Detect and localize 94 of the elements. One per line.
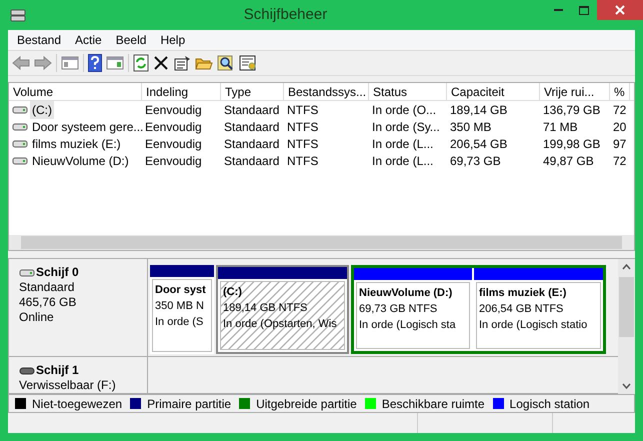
column-header[interactable]: Type	[221, 83, 284, 100]
drive-label[interactable]: Door systeem gere...	[30, 118, 146, 136]
partition-title: films muziek (E:)	[479, 286, 568, 301]
properties-icon[interactable]	[173, 55, 191, 71]
legend-label: Logisch station	[510, 396, 590, 412]
table-cell-text: 69,73 GB	[450, 152, 501, 170]
partition-info: In orde (Opstarten, Wis	[223, 317, 338, 332]
magnifier-icon[interactable]	[217, 55, 235, 71]
table-cell-text: 350 MB	[450, 118, 492, 136]
back-arrow-icon[interactable]	[12, 55, 30, 71]
legend-label: Primaire partitie	[147, 396, 232, 412]
drive-icon	[12, 104, 28, 114]
disk-drive-icon[interactable]	[10, 7, 26, 23]
forward-arrow-icon[interactable]	[34, 55, 52, 71]
table-cell-text: 189,14 GB	[450, 102, 508, 118]
table-cell-text: Eenvoudig	[145, 118, 202, 136]
table-cell-text: NTFS	[287, 152, 318, 170]
partition-title: (C:)	[223, 285, 243, 300]
table-cell-text: Standaard	[224, 152, 280, 170]
table-cell-text: 199,98 GB	[543, 136, 600, 152]
disk-name: Schijf 1	[36, 363, 79, 378]
help-icon[interactable]	[88, 54, 102, 72]
disk-name: Schijf 0	[36, 265, 79, 280]
drive-label[interactable]: NieuwVolume (D:)	[30, 152, 131, 170]
table-cell-text: Standaard	[224, 102, 280, 118]
partition-title: Door syst	[155, 283, 207, 298]
maximize-icon	[579, 6, 589, 14]
disk-info: Verwisselbaar (F:)	[19, 378, 117, 393]
table-cell-text: NTFS	[287, 136, 318, 152]
table-cell-text: In orde (L...	[372, 136, 434, 152]
column-header[interactable]: %	[610, 83, 630, 100]
partition-info: In orde (S	[155, 315, 204, 330]
partition-info: 69,73 GB NTFS	[359, 302, 438, 317]
table-cell-text: In orde (L...	[372, 152, 434, 170]
partition-block[interactable]: films muziek (E:) 206,54 GB NTFS In orde (Logisch statio	[474, 268, 603, 351]
column-header[interactable]: Indeling	[142, 83, 221, 100]
column-header[interactable]: Vrije rui...	[540, 83, 610, 100]
table-cell-text: 20	[613, 118, 626, 136]
horizontal-scrollbar[interactable]	[9, 235, 634, 250]
table-cell-text: In orde (Sy...	[372, 118, 440, 136]
menu-item[interactable]: Beeld	[110, 31, 152, 49]
table-cell-text: In orde (O...	[372, 102, 436, 118]
table-cell-text: 72	[613, 102, 626, 118]
delete-icon[interactable]	[153, 55, 169, 71]
partition-title: NieuwVolume (D:)	[359, 286, 454, 301]
drive-icon	[19, 268, 35, 278]
drive-icon	[12, 138, 28, 148]
close-icon	[615, 5, 625, 15]
partition-info: In orde (Logisch sta	[359, 318, 457, 333]
legend-label: Beschikbare ruimte	[382, 396, 485, 412]
vertical-scrollbar[interactable]	[618, 259, 635, 394]
partition-info: 350 MB N	[155, 299, 205, 314]
table-cell-text: Eenvoudig	[145, 102, 202, 118]
menu-item[interactable]: Bestand	[12, 31, 66, 49]
refresh-icon[interactable]	[133, 54, 149, 72]
disk-info: Standaard	[19, 280, 76, 295]
partition-header-bar	[150, 265, 214, 277]
table-cell-text: 206,54 GB	[450, 136, 508, 152]
table-cell-text: Standaard	[224, 118, 280, 136]
table-cell-text: Eenvoudig	[145, 152, 202, 170]
menu-item[interactable]: Help	[155, 31, 190, 49]
partition-block[interactable]: Door syst 350 MB N In orde (S	[150, 265, 214, 354]
legend-label: Niet-toegewezen	[32, 396, 122, 412]
partition-block[interactable]: NieuwVolume (D:) 69,73 GB NTFS In orde (Logisch sta	[354, 268, 472, 351]
table-cell-text: NTFS	[287, 118, 318, 136]
column-header[interactable]: Volume	[9, 83, 142, 100]
partition-info: 206,54 GB NTFS	[479, 302, 564, 317]
drive-icon	[19, 366, 35, 376]
column-header[interactable]: Capaciteit	[447, 83, 540, 100]
drive-icon	[12, 156, 28, 166]
table-cell-text: 49,87 GB	[543, 152, 594, 170]
table-cell-text: Standaard	[224, 136, 280, 152]
window-title: Schijfbeheer	[244, 4, 328, 25]
column-header[interactable]: Status	[369, 83, 447, 100]
column-header[interactable]: Bestandssys...	[284, 83, 369, 100]
close-button[interactable]	[597, 0, 643, 20]
table-cell-text: 136,79 GB	[543, 102, 600, 118]
table-cell-text: 72	[613, 152, 626, 170]
table-cell-text: NTFS	[287, 102, 318, 118]
legend-label: Uitgebreide partitie	[256, 396, 357, 412]
table-cell-text: 71 MB	[543, 118, 578, 136]
table-cell-text: Eenvoudig	[145, 136, 202, 152]
menu-item[interactable]: Actie	[70, 31, 107, 49]
partition-info: In orde (Logisch statio	[479, 318, 588, 333]
table-cell-text: 97	[613, 136, 626, 152]
partition-block[interactable]: (C:) 189,14 GB NTFS In orde (Opstarten, Wis	[216, 265, 349, 354]
minimize-icon	[554, 8, 562, 12]
drive-label[interactable]: films muziek (E:)	[30, 134, 123, 152]
drive-label[interactable]: (C:)	[30, 100, 54, 118]
partition-info: 189,14 GB NTFS	[223, 301, 308, 316]
drive-icon	[12, 122, 28, 132]
disk-info: Online	[19, 310, 55, 325]
disk-info: 465,76 GB	[19, 295, 78, 310]
panel-icon[interactable]	[61, 55, 79, 71]
